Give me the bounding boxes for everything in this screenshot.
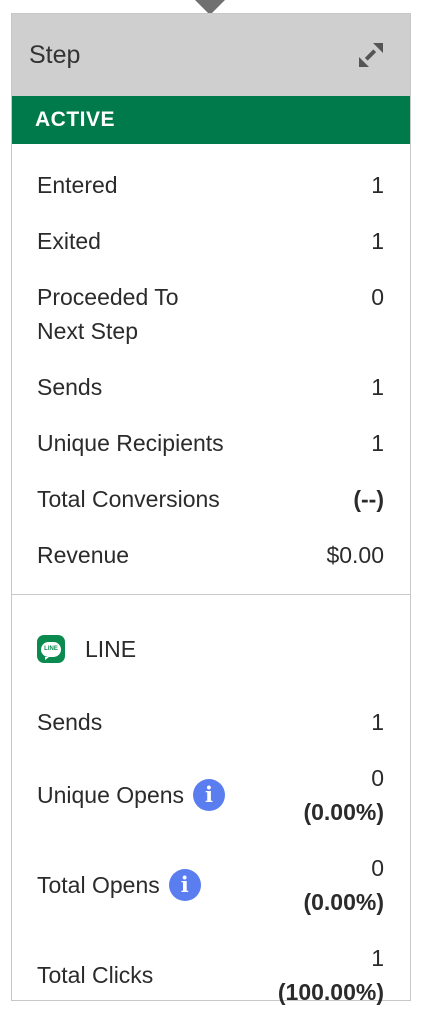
channel-section: LINE LINE Sends 1 Unique Opens i 0 (0.00… (12, 595, 410, 1009)
stat-percent: (100.00%) (277, 979, 384, 1005)
stat-count: 0 (371, 855, 384, 881)
status-label: ACTIVE (35, 108, 116, 131)
stat-label: Total Conversions (37, 486, 220, 512)
channel-stat-value: 1 (100.00%) (278, 941, 384, 1009)
channel-stat-label: Total Clicks (37, 962, 154, 988)
channel-stat-value: 0 (0.00%) (303, 851, 384, 919)
channel-stat-label: Unique Opens i (37, 761, 226, 829)
step-card: Step ACTIVE Entered 1 Exited 1 Proceeded… (11, 13, 411, 1005)
channel-stat-value: 1 (371, 705, 384, 739)
channel-name: LINE (85, 635, 137, 662)
expand-icon[interactable] (356, 40, 386, 70)
stat-count: 0 (371, 765, 384, 791)
stat-row-total-conversions: Total Conversions (--) (37, 482, 384, 516)
stat-count: 1 (371, 709, 384, 735)
stat-label: Entered (37, 172, 118, 198)
channel-stat-value: 0 (0.00%) (303, 761, 384, 829)
stat-value: 1 (371, 430, 384, 456)
stat-value: 1 (371, 228, 384, 254)
stat-percent: (0.00%) (303, 799, 384, 825)
channel-stat-label: Total Opens i (37, 851, 201, 919)
status-bar: ACTIVE (12, 96, 410, 144)
stat-label: Exited (37, 228, 101, 254)
stat-row-revenue: Revenue $0.00 (37, 538, 384, 572)
stat-value: 1 (371, 374, 384, 400)
step-header[interactable]: Step (12, 14, 410, 96)
stat-label: Proceeded To Next Step (37, 284, 179, 344)
stat-value: 1 (371, 172, 384, 198)
channel-row-total-clicks: Total Clicks 1 (100.00%) (37, 941, 384, 1009)
info-icon[interactable]: i (168, 869, 201, 901)
channel-row-unique-opens: Unique Opens i 0 (0.00%) (37, 761, 384, 829)
stat-count: 1 (371, 945, 384, 971)
step-stats: Entered 1 Exited 1 Proceeded To Next Ste… (12, 144, 410, 595)
channel-stat-label: Sends (37, 709, 103, 735)
stat-row-entered: Entered 1 (37, 168, 384, 202)
stat-label: Sends (37, 374, 103, 400)
channel-row-sends: Sends 1 (37, 705, 384, 739)
channel-header: LINE LINE (37, 635, 384, 663)
stat-value: (--) (353, 486, 384, 512)
stat-row-sends: Sends 1 (37, 370, 384, 404)
stat-row-exited: Exited 1 (37, 224, 384, 258)
stat-value: 0 (371, 284, 384, 310)
stat-percent: (0.00%) (303, 889, 384, 915)
stat-label: Unique Recipients (37, 430, 224, 456)
step-title: Step (29, 40, 81, 69)
channel-row-total-opens: Total Opens i 0 (0.00%) (37, 851, 384, 919)
stat-label-text: Total Opens (37, 872, 160, 898)
info-icon[interactable]: i (193, 779, 226, 811)
line-app-icon: LINE (37, 635, 65, 663)
stat-row-proceeded: Proceeded To Next Step 0 (37, 280, 384, 348)
stat-value: $0.00 (326, 542, 384, 568)
stat-row-unique-recipients: Unique Recipients 1 (37, 426, 384, 460)
stat-label-text: Unique Opens (37, 782, 185, 808)
stat-label: Revenue (37, 542, 130, 568)
